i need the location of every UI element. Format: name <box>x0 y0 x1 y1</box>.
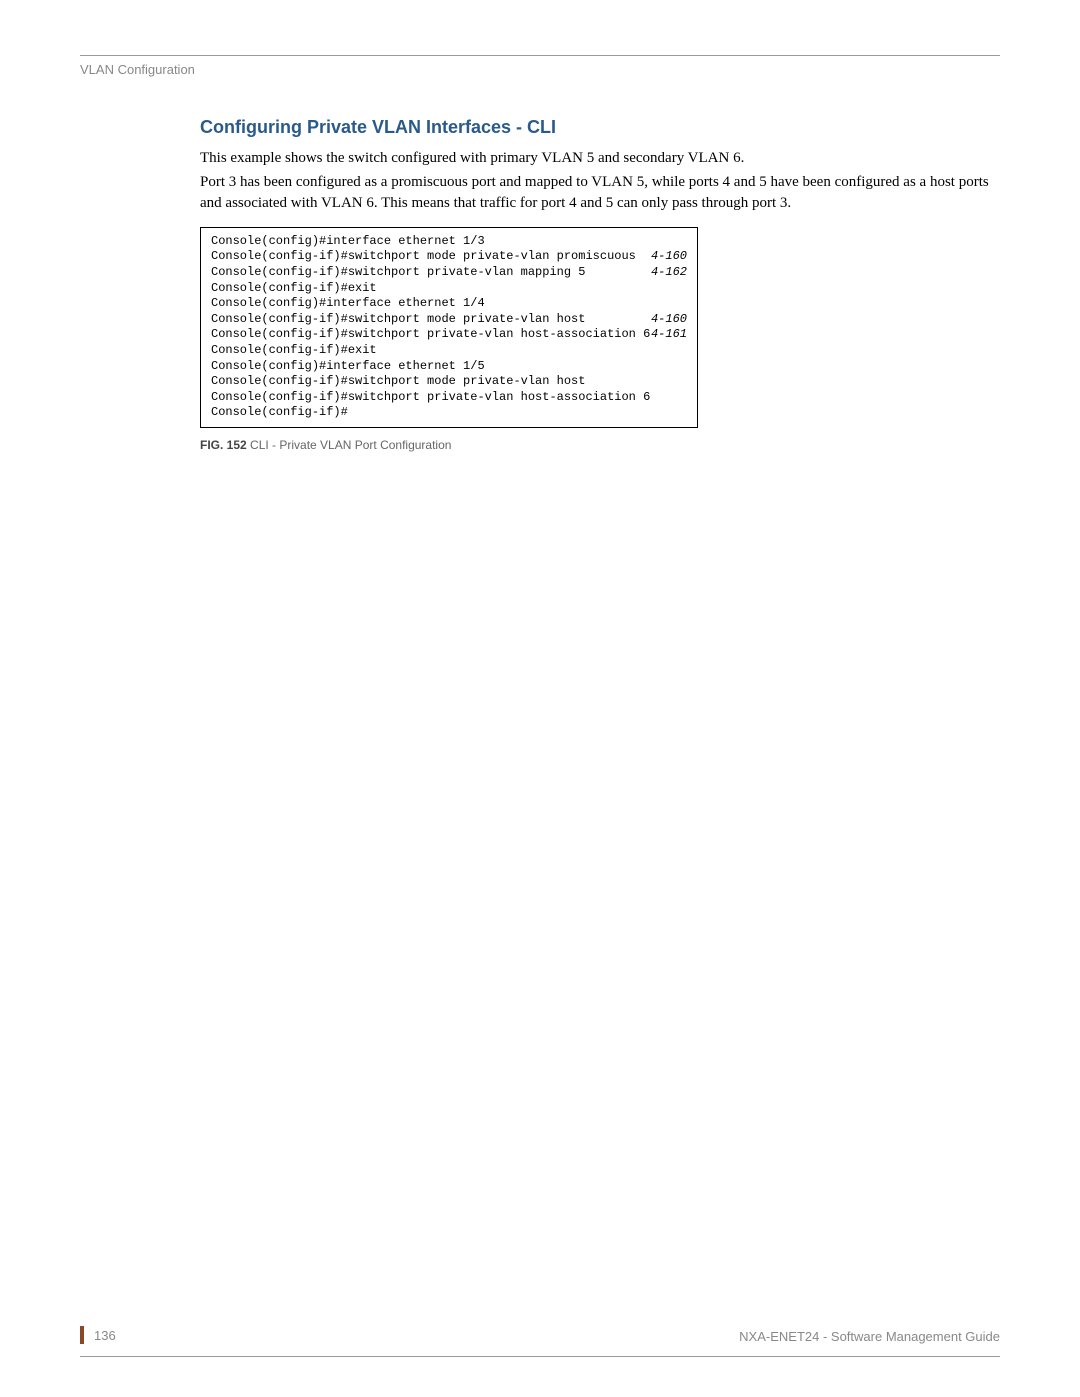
body-paragraph-2: Port 3 has been configured as a promiscu… <box>200 172 1000 213</box>
header-rule <box>80 55 1000 56</box>
footer-doc-title: NXA-ENET24 - Software Management Guide <box>739 1329 1000 1344</box>
cli-line: Console(config-if)#switchport private-vl… <box>211 265 687 281</box>
cli-line: Console(config)#interface ethernet 1/3 <box>211 234 687 250</box>
cli-line: Console(config-if)#switchport private-vl… <box>211 390 687 406</box>
cli-command: Console(config)#interface ethernet 1/5 <box>211 359 485 375</box>
content-area: Configuring Private VLAN Interfaces - CL… <box>200 117 1000 1326</box>
cli-command: Console(config)#interface ethernet 1/4 <box>211 296 485 312</box>
cli-command: Console(config-if)#switchport private-vl… <box>211 390 650 406</box>
cli-line: Console(config-if)#switchport mode priva… <box>211 249 687 265</box>
cli-command: Console(config-if)#switchport mode priva… <box>211 249 636 265</box>
cli-command: Console(config-if)#switchport mode priva… <box>211 312 585 328</box>
cli-command: Console(config-if)#switchport private-vl… <box>211 265 585 281</box>
cli-reference: 4-160 <box>651 312 687 328</box>
body-paragraph-1: This example shows the switch configured… <box>200 148 1000 168</box>
figure-caption-text: CLI - Private VLAN Port Configuration <box>247 438 452 452</box>
section-heading: Configuring Private VLAN Interfaces - CL… <box>200 117 1000 138</box>
cli-command: Console(config-if)# <box>211 405 348 421</box>
cli-line: Console(config-if)#switchport mode priva… <box>211 312 687 328</box>
footer-accent-bar <box>80 1326 84 1344</box>
cli-line: Console(config-if)#switchport private-vl… <box>211 327 687 343</box>
cli-line: Console(config-if)#exit <box>211 343 687 359</box>
cli-command: Console(config-if)#switchport private-vl… <box>211 327 650 343</box>
page-container: VLAN Configuration Configuring Private V… <box>0 0 1080 1397</box>
cli-reference: 4-162 <box>651 265 687 281</box>
cli-command: Console(config-if)#exit <box>211 343 377 359</box>
cli-line: Console(config)#interface ethernet 1/5 <box>211 359 687 375</box>
footer-left: 136 <box>80 1326 116 1344</box>
cli-reference: 4-160 <box>651 249 687 265</box>
cli-reference: 4-161 <box>651 327 687 343</box>
cli-line: Console(config-if)# <box>211 405 687 421</box>
cli-line: Console(config)#interface ethernet 1/4 <box>211 296 687 312</box>
cli-command: Console(config-if)#exit <box>211 281 377 297</box>
header-section-title: VLAN Configuration <box>80 62 1000 77</box>
figure-caption: FIG. 152 CLI - Private VLAN Port Configu… <box>200 438 1000 452</box>
page-footer: 136 NXA-ENET24 - Software Management Gui… <box>80 1326 1000 1352</box>
cli-line: Console(config-if)#exit <box>211 281 687 297</box>
page-number: 136 <box>94 1328 116 1343</box>
cli-command: Console(config-if)#switchport mode priva… <box>211 374 585 390</box>
footer-rule <box>80 1356 1000 1357</box>
cli-command: Console(config)#interface ethernet 1/3 <box>211 234 485 250</box>
cli-line: Console(config-if)#switchport mode priva… <box>211 374 687 390</box>
cli-output-box: Console(config)#interface ethernet 1/3 C… <box>200 227 698 428</box>
figure-label: FIG. 152 <box>200 438 247 452</box>
